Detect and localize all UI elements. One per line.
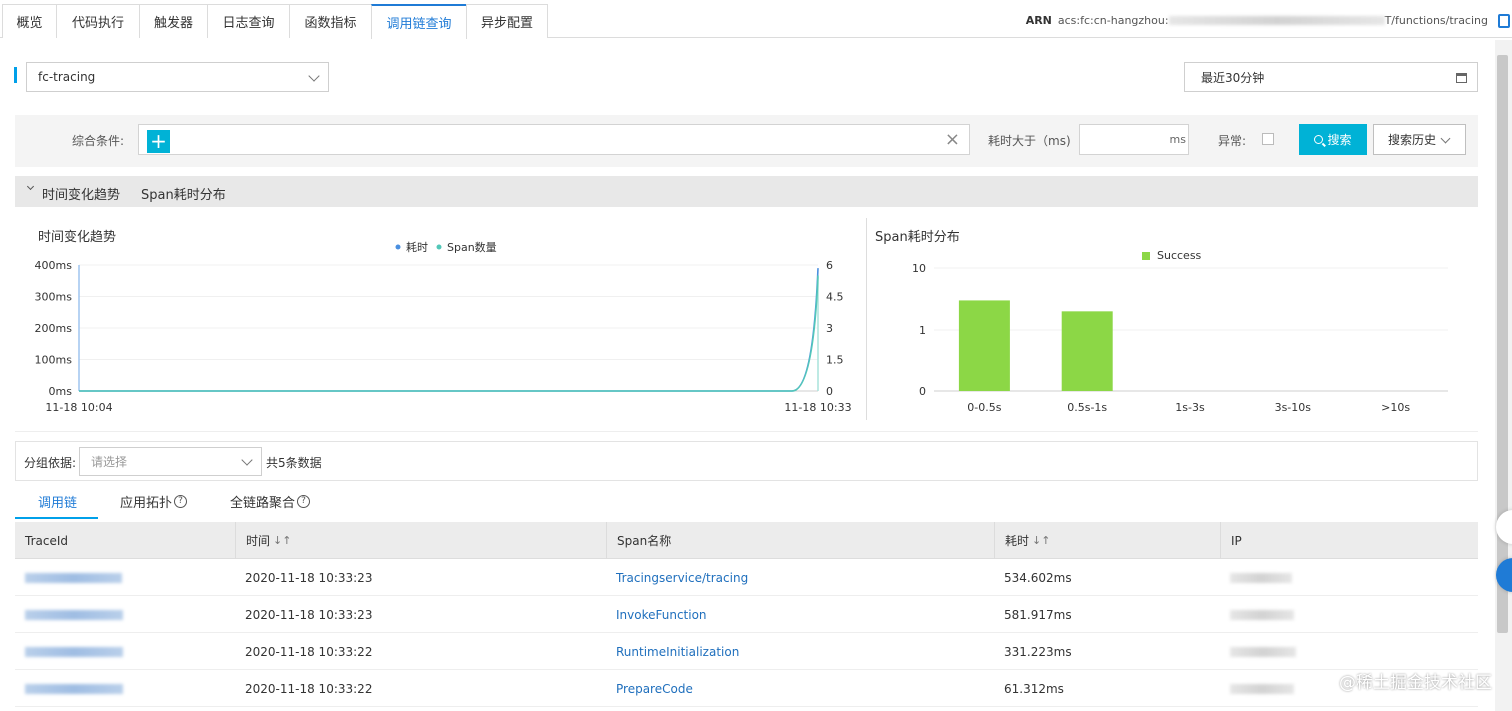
x-tick: >10s: [1381, 401, 1410, 414]
row-span-link[interactable]: Tracingservice/tracing: [606, 559, 748, 596]
y-tick: 1: [919, 324, 926, 337]
group-select-placeholder: 请选择: [91, 455, 128, 469]
help-icon[interactable]: ?: [297, 495, 311, 508]
y-tick: 10: [912, 262, 926, 275]
x-tick: 0.5s-1s: [1067, 401, 1107, 414]
col-ip: IP: [1220, 522, 1478, 559]
row-span-link[interactable]: InvokeFunction: [606, 596, 707, 633]
row-time: 2020-11-18 10:33:22: [245, 644, 373, 659]
group-bar: 分组依据: 请选择 共5条数据: [15, 441, 1478, 481]
table-row[interactable]: 2020-11-18 10:33:22 PrepareCode 61.312ms: [15, 670, 1478, 707]
chevron-down-icon: [241, 454, 253, 466]
ip-redacted: [1230, 609, 1294, 620]
x-tick: 0-0.5s: [967, 401, 1001, 414]
row-duration: 534.602ms: [1004, 570, 1072, 585]
col-time[interactable]: 时间 ↓↑: [235, 522, 606, 559]
x-tick: 1s-3s: [1175, 401, 1205, 414]
traceid-redacted[interactable]: [25, 572, 122, 583]
col-span-name: Span名称: [606, 522, 994, 559]
row-duration: 581.917ms: [1004, 607, 1072, 622]
help-icon[interactable]: ?: [174, 495, 188, 508]
legend-label: Success: [1157, 249, 1202, 262]
row-time: 2020-11-18 10:33:22: [245, 681, 373, 696]
legend-marker: [1142, 252, 1150, 260]
ip-redacted: [1230, 572, 1292, 583]
row-duration: 331.223ms: [1004, 644, 1072, 659]
bar: [958, 300, 1010, 391]
col-traceid: TraceId: [25, 533, 68, 548]
row-span-link[interactable]: RuntimeInitialization: [606, 633, 739, 670]
ip-redacted: [1230, 683, 1294, 694]
sort-icon[interactable]: ↓↑: [273, 534, 291, 547]
col-duration[interactable]: 耗时 ↓↑: [994, 522, 1220, 559]
y-tick: 0: [919, 385, 926, 398]
table-row[interactable]: 2020-11-18 10:33:23 InvokeFunction 581.9…: [15, 596, 1478, 633]
table-header: TraceId 时间 ↓↑ Span名称 耗时 ↓↑ IP: [15, 522, 1478, 559]
table-row[interactable]: 2020-11-18 10:33:23 Tracingservice/traci…: [15, 559, 1478, 596]
row-span-link[interactable]: PrepareCode: [606, 670, 693, 707]
sort-icon[interactable]: ↓↑: [1032, 534, 1050, 547]
result-count: 共5条数据: [266, 456, 322, 470]
group-label: 分组依据:: [24, 456, 77, 470]
x-tick: 3s-10s: [1275, 401, 1312, 414]
group-select[interactable]: 请选择: [79, 447, 262, 476]
table-row[interactable]: 2020-11-18 10:33:22 RuntimeInitializatio…: [15, 633, 1478, 670]
row-duration: 61.312ms: [1004, 681, 1064, 696]
active-subtab-indicator: [15, 517, 98, 519]
subtab-aggregation[interactable]: 全链路聚合?: [230, 492, 311, 511]
traceid-redacted[interactable]: [25, 609, 123, 620]
subtab-trace-label: 调用链: [38, 496, 78, 511]
watermark: @稀土掘金技术社区: [1339, 673, 1492, 693]
scrollbar-thumb[interactable]: [1497, 55, 1508, 633]
subtab-topology[interactable]: 应用拓扑?: [120, 492, 188, 511]
trace-table: TraceId 时间 ↓↑ Span名称 耗时 ↓↑ IP 2020-11-18 1…: [15, 522, 1478, 707]
row-time: 2020-11-18 10:33:23: [245, 570, 373, 585]
traceid-redacted[interactable]: [25, 646, 123, 657]
row-time: 2020-11-18 10:33:23: [245, 607, 373, 622]
subtab-aggregation-label: 全链路聚合: [230, 496, 296, 511]
bar: [1061, 311, 1113, 391]
subtab-topology-label: 应用拓扑: [120, 496, 173, 511]
traceid-redacted[interactable]: [25, 683, 123, 694]
dist-chart: 10100-0.5s 0.5s-1s 1s-3s 3s-10s >10sSuccess: [912, 249, 1448, 414]
subtab-trace[interactable]: 调用链: [38, 492, 77, 511]
copy-icon[interactable]: [1498, 14, 1510, 28]
ip-redacted: [1230, 646, 1296, 657]
